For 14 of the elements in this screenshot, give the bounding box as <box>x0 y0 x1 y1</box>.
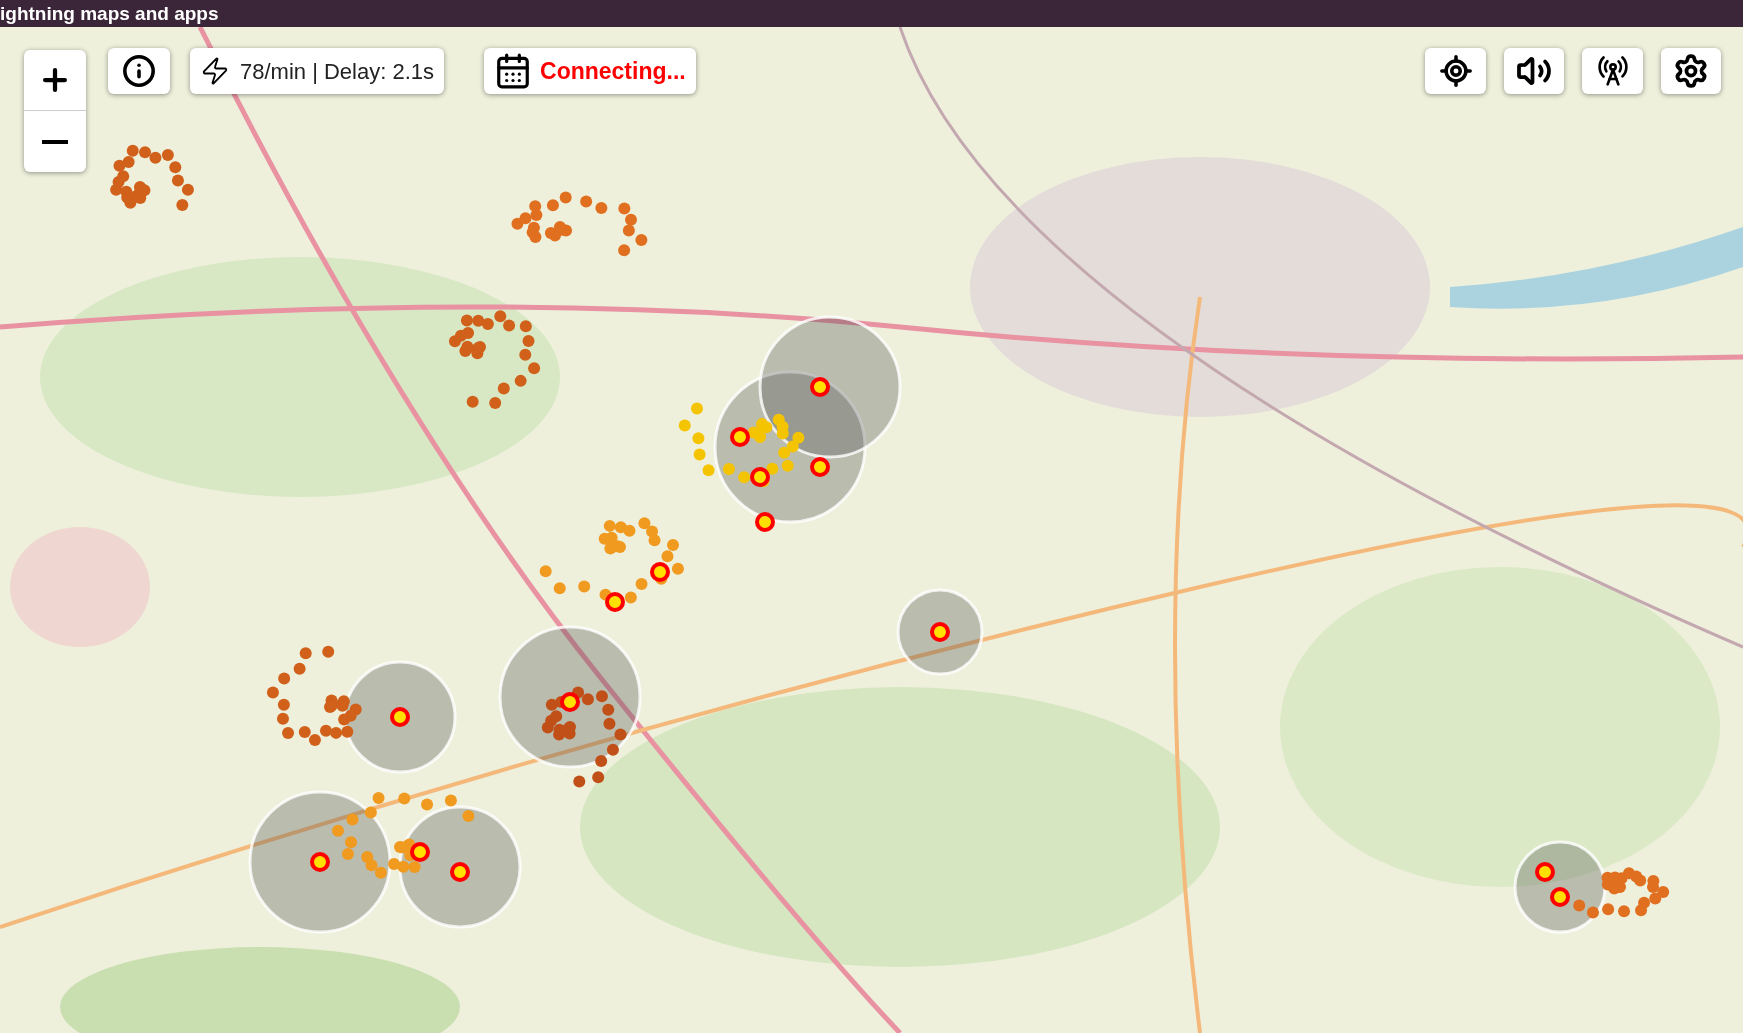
sound-button[interactable] <box>1504 48 1564 94</box>
lightning-icon <box>200 56 230 86</box>
info-button[interactable] <box>108 48 170 94</box>
minus-icon <box>42 139 68 144</box>
locate-button[interactable] <box>1425 48 1486 94</box>
settings-icon <box>1673 53 1709 89</box>
locate-icon <box>1438 54 1473 88</box>
status-text: Connecting... <box>540 56 686 86</box>
signal-button[interactable] <box>1582 48 1643 94</box>
stats-text: 78/min | Delay: 2.1s <box>240 57 435 86</box>
info-icon <box>122 54 156 88</box>
header-title: ightning maps and apps <box>0 4 219 23</box>
settings-button[interactable] <box>1661 48 1721 94</box>
antenna-icon <box>1596 55 1629 87</box>
